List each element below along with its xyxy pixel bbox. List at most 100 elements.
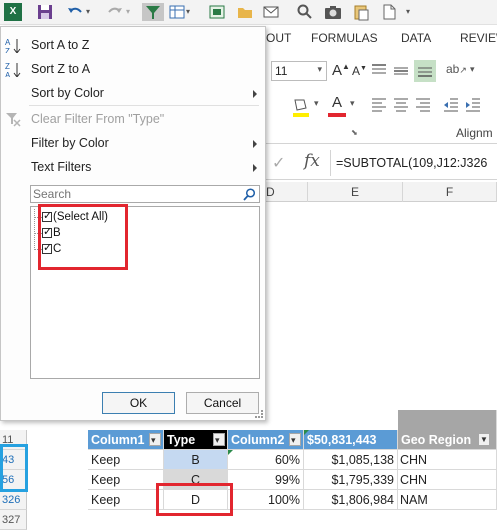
sort-a-to-z-item[interactable]: Sort A to Z: [31, 38, 89, 52]
filter-by-color-item[interactable]: Filter by Color: [31, 136, 109, 150]
table-cell[interactable]: 100%: [228, 490, 304, 510]
align-top-icon[interactable]: [370, 62, 388, 80]
email-icon[interactable]: [262, 3, 280, 21]
folder-icon[interactable]: [236, 3, 254, 21]
filter-dropdown-button[interactable]: ▾: [213, 433, 225, 446]
filter-dropdown-button[interactable]: ▾: [289, 433, 301, 446]
table-header-total[interactable]: $50,831,443: [304, 430, 398, 450]
column-header-e[interactable]: E: [308, 182, 403, 202]
header-label: Column1: [91, 433, 145, 447]
table-cell[interactable]: NAM: [398, 490, 497, 510]
table-cell[interactable]: $1,806,984: [304, 490, 398, 510]
clear-filter-icon: [6, 113, 21, 127]
chevron-down-icon[interactable]: ▾: [406, 3, 414, 21]
chevron-down-icon[interactable]: ▾: [126, 3, 134, 21]
screenshot-icon[interactable]: [208, 3, 226, 21]
alignment-group-label: Alignm: [456, 126, 493, 140]
column-header-f[interactable]: F: [403, 182, 497, 202]
formula-input[interactable]: =SUBTOTAL(109,J12:J326: [336, 156, 487, 170]
filter-icon: ▼: [480, 435, 488, 444]
table-header-column2[interactable]: Column2 ▾: [228, 430, 304, 450]
filter-search-input[interactable]: [33, 187, 233, 201]
filter-applied-button[interactable]: ▼: [478, 433, 490, 446]
font-size-select[interactable]: 11 ▾: [271, 61, 327, 81]
quick-access-toolbar: X ▾ ▾ ▾ ▾: [0, 0, 497, 25]
chevron-down-icon: ▾: [317, 64, 322, 74]
row-numbers-highlight: [0, 444, 28, 492]
redo-icon[interactable]: [106, 3, 124, 21]
tab-formulas[interactable]: FORMULAS: [311, 31, 378, 45]
cancel-button[interactable]: Cancel: [186, 392, 259, 414]
chevron-down-icon: ▾: [151, 435, 156, 445]
search-icon: [243, 188, 256, 201]
paste-icon[interactable]: [352, 3, 370, 21]
row-number[interactable]: 327: [0, 510, 27, 530]
table-header-geo-region[interactable]: Geo Region ▼: [398, 410, 497, 450]
menu-separator: [29, 105, 259, 106]
table-cell[interactable]: $1,795,339: [304, 470, 398, 490]
table-cell[interactable]: CHN: [398, 450, 497, 470]
chevron-down-icon: ▾: [215, 435, 220, 445]
table-cell[interactable]: B: [164, 450, 228, 470]
camera-icon[interactable]: [324, 3, 342, 21]
chevron-down-icon[interactable]: ▾: [350, 98, 355, 109]
align-center-icon[interactable]: [392, 96, 410, 114]
fill-color-icon[interactable]: [290, 96, 312, 118]
header-label: Type: [167, 433, 196, 447]
filter-icon[interactable]: [142, 3, 164, 21]
search-icon[interactable]: [296, 3, 314, 21]
sort-z-to-a-item[interactable]: Sort Z to A: [31, 62, 90, 76]
insert-function-icon[interactable]: fx: [304, 151, 320, 171]
align-left-icon[interactable]: [370, 96, 388, 114]
chevron-down-icon: ▾: [291, 435, 296, 445]
sort-by-color-item[interactable]: Sort by Color: [31, 86, 104, 100]
submenu-arrow-icon: [253, 90, 257, 98]
font-color-icon[interactable]: A: [326, 94, 348, 118]
sort-ascending-icon: AZ: [5, 38, 21, 53]
chevron-down-icon[interactable]: ▾: [86, 3, 94, 21]
chevron-down-icon[interactable]: ▾: [314, 98, 319, 109]
resize-grip-icon[interactable]: [255, 410, 263, 418]
tab-review[interactable]: REVIEW: [460, 31, 497, 45]
increase-indent-icon[interactable]: [464, 96, 482, 114]
ribbon-tabs: OUT FORMULAS DATA REVIEW: [266, 25, 497, 50]
align-middle-icon[interactable]: [392, 62, 410, 80]
align-bottom-icon[interactable]: [414, 60, 436, 82]
font-dialog-launcher-icon[interactable]: ⬊: [351, 128, 358, 137]
tree-vertical-line: [34, 209, 35, 250]
column-header-d[interactable]: D: [264, 182, 308, 202]
sort-descending-icon: ZA: [5, 62, 21, 77]
undo-icon[interactable]: [66, 3, 84, 21]
table-cell[interactable]: 99%: [228, 470, 304, 490]
font-size-value: 11: [275, 64, 288, 78]
decrease-indent-icon[interactable]: [442, 96, 460, 114]
tab-page-layout[interactable]: OUT: [266, 31, 291, 45]
table-cell[interactable]: Keep: [88, 470, 164, 490]
clear-filter-item[interactable]: Clear Filter From "Type": [31, 112, 164, 126]
table-cell[interactable]: 60%: [228, 450, 304, 470]
table-header-column1[interactable]: Column1 ▾: [88, 430, 164, 450]
enter-check-icon[interactable]: ✓: [272, 153, 285, 173]
table-cell[interactable]: CHN: [398, 470, 497, 490]
save-icon[interactable]: [36, 3, 54, 21]
filter-search-box[interactable]: [30, 185, 260, 203]
ok-button[interactable]: OK: [102, 392, 175, 414]
worksheet-grid: 11 Column1 ▾ Type ▾ Column2 ▾ $50,831,44…: [0, 410, 497, 530]
orientation-icon[interactable]: ab↗: [446, 62, 468, 80]
align-right-icon[interactable]: [414, 96, 432, 114]
row-number[interactable]: 326: [0, 490, 27, 510]
text-filters-item[interactable]: Text Filters: [31, 160, 91, 174]
table-cell[interactable]: Keep: [88, 450, 164, 470]
table-cell[interactable]: Keep: [88, 490, 164, 510]
form-icon[interactable]: [168, 3, 186, 21]
new-document-icon[interactable]: [380, 3, 398, 21]
svg-text:A: A: [5, 71, 11, 77]
increase-font-icon[interactable]: A▲: [332, 62, 350, 79]
tab-data[interactable]: DATA: [401, 31, 431, 45]
decrease-font-icon[interactable]: A▼: [352, 64, 367, 78]
table-header-type[interactable]: Type ▾: [164, 430, 228, 450]
chevron-down-icon[interactable]: ▾: [470, 64, 475, 75]
chevron-down-icon[interactable]: ▾: [186, 3, 194, 21]
filter-dropdown-button[interactable]: ▾: [149, 433, 161, 446]
table-cell[interactable]: $1,085,138: [304, 450, 398, 470]
